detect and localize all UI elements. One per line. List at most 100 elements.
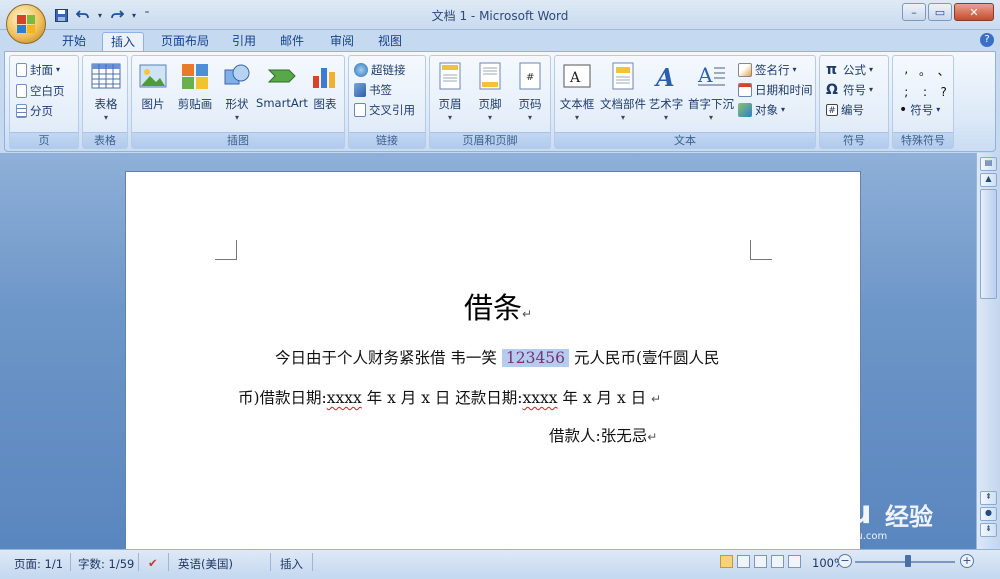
word-count[interactable]: 字数: 1/59 <box>78 556 134 572</box>
special-char[interactable]: , <box>897 62 916 79</box>
page-number-button[interactable]: # 页码 ▾ <box>510 60 550 130</box>
text-box-icon: A <box>562 62 592 92</box>
document-title[interactable]: 借条↵ <box>126 285 862 327</box>
footer-button[interactable]: 页脚 ▾ <box>470 60 510 130</box>
scroll-up-button[interactable]: ▲ <box>980 173 997 187</box>
draft-view-icon[interactable] <box>788 555 801 568</box>
close-button[interactable]: ✕ <box>954 3 994 21</box>
cross-reference-icon <box>354 103 366 117</box>
zoom-slider-thumb[interactable] <box>905 555 911 567</box>
tab-mailings[interactable]: 邮件 <box>272 32 312 52</box>
select-browse-object-button[interactable]: ● <box>980 507 997 521</box>
picture-button[interactable]: 图片 <box>132 60 174 130</box>
document-line-1[interactable]: 今日由于个人财务紧张借 韦一笑 123456 元人民币(壹仟圆人民 <box>275 346 720 368</box>
ruler-toggle-icon[interactable]: ▤ <box>980 157 997 171</box>
spelling-error-text[interactable]: xxxx <box>523 389 558 407</box>
date-time-button[interactable]: 日期和时间 <box>738 81 813 99</box>
bookmark-icon <box>354 83 366 97</box>
special-symbols-group: , 。 、 ; : ? • 符号 ▾ 特殊符号 <box>892 55 954 149</box>
outline-view-icon[interactable] <box>771 555 784 568</box>
tab-page-layout[interactable]: 页面布局 <box>154 32 216 52</box>
tab-review[interactable]: 审阅 <box>322 32 362 52</box>
omega-icon: Ω <box>826 82 838 98</box>
office-logo-icon <box>17 15 35 33</box>
web-layout-view-icon[interactable] <box>754 555 767 568</box>
jingyan-logo: 经验 <box>885 503 933 531</box>
tab-home[interactable]: 开始 <box>54 32 94 52</box>
group-label-header-footer: 页眉和页脚 <box>430 132 550 148</box>
svg-text:#: # <box>526 72 534 83</box>
page-count[interactable]: 页面: 1/1 <box>14 556 63 572</box>
document-line-3[interactable]: 借款人:张无忌↵ <box>549 424 657 446</box>
previous-page-button[interactable]: ⇞ <box>980 491 997 505</box>
special-char[interactable]: 。 <box>916 62 935 79</box>
group-label-page: 页 <box>10 132 78 148</box>
clipart-button[interactable]: 剪贴画 <box>174 60 216 130</box>
full-screen-reading-view-icon[interactable] <box>737 555 750 568</box>
blank-page-button[interactable]: 空白页 <box>16 82 65 100</box>
cross-reference-button[interactable]: 交叉引用 <box>354 101 415 119</box>
cover-page-button[interactable]: 封面 ▾ <box>16 61 60 79</box>
special-char[interactable]: ; <box>897 85 916 99</box>
drop-cap-icon: A <box>696 62 726 92</box>
zoom-in-button[interactable]: + <box>960 554 974 568</box>
window-controls: – ▭ ✕ <box>902 3 994 21</box>
table-button[interactable]: 表格 ▾ <box>83 60 129 130</box>
selected-text[interactable]: 123456 <box>501 349 570 367</box>
vertical-scrollbar[interactable]: ▤ ▲ ⇞ ● ⇟ <box>976 153 1000 549</box>
document-area[interactable]: 借条↵ 今日由于个人财务紧张借 韦一笑 123456 元人民币(壹仟圆人民 币)… <box>0 153 976 549</box>
object-button[interactable]: 对象 ▾ <box>738 101 785 119</box>
help-icon[interactable]: ? <box>980 33 994 47</box>
header-button[interactable]: 页眉 ▾ <box>430 60 470 130</box>
numbering-button[interactable]: # 编号 <box>826 101 864 119</box>
margin-corner-top-right <box>750 240 772 260</box>
hyperlink-button[interactable]: 超链接 <box>354 61 406 79</box>
spelling-error-text[interactable]: xxxx <box>327 389 362 407</box>
pi-icon: π <box>826 62 838 78</box>
special-char[interactable]: ? <box>934 85 953 99</box>
special-char[interactable]: 、 <box>934 62 953 79</box>
document-line-2[interactable]: 币)借款日期:xxxx 年 x 月 x 日 还款日期:xxxx 年 x 月 x … <box>238 386 661 408</box>
text-group: A 文本框 ▾ 文档部件 ▾ A 艺术字 ▾ A 首字下沉 ▾ 签名行 ▾ 日期… <box>554 55 816 149</box>
number-icon: # <box>826 104 838 116</box>
minimize-button[interactable]: – <box>902 3 926 21</box>
text-box-button[interactable]: A 文本框 ▾ <box>555 60 599 130</box>
special-symbol-button[interactable]: • 符号 ▾ <box>899 101 940 119</box>
chart-button[interactable]: 图表 <box>304 60 346 130</box>
symbol-button[interactable]: Ω 符号 ▾ <box>826 81 873 99</box>
zoom-out-button[interactable]: − <box>838 554 852 568</box>
office-button[interactable] <box>6 4 46 44</box>
proofing-icon[interactable]: ✔︎ <box>148 556 158 570</box>
insert-mode-indicator[interactable]: 插入 <box>280 556 303 572</box>
print-layout-view-icon[interactable] <box>720 555 733 568</box>
wordart-icon: A <box>651 62 681 92</box>
restore-button[interactable]: ▭ <box>928 3 952 21</box>
tab-insert[interactable]: 插入 <box>102 32 144 52</box>
bookmark-button[interactable]: 书签 <box>354 81 392 99</box>
language-indicator[interactable]: 英语(美国) <box>178 556 233 572</box>
tab-references[interactable]: 引用 <box>224 32 264 52</box>
page-break-button[interactable]: 分页 <box>16 102 53 120</box>
margin-corner-top-left <box>215 240 237 260</box>
document-page[interactable]: 借条↵ 今日由于个人财务紧张借 韦一笑 123456 元人民币(壹仟圆人民 币)… <box>125 171 861 549</box>
quick-parts-button[interactable]: 文档部件 ▾ <box>599 60 647 130</box>
wordart-button[interactable]: A 艺术字 ▾ <box>645 60 687 130</box>
watermark-url: jingyan.baidu.com <box>795 531 888 542</box>
equation-button[interactable]: π 公式 ▾ <box>826 61 873 79</box>
object-icon <box>738 103 752 117</box>
scroll-thumb[interactable] <box>980 189 997 299</box>
drop-cap-button[interactable]: A 首字下沉 ▾ <box>687 60 735 130</box>
signature-line-button[interactable]: 签名行 ▾ <box>738 61 797 79</box>
next-page-button[interactable]: ⇟ <box>980 523 997 537</box>
shapes-button[interactable]: 形状 ▾ <box>216 60 258 130</box>
ribbon-tabs: 开始 插入 页面布局 引用 邮件 审阅 视图 ? <box>0 30 1000 52</box>
links-group: 超链接 书签 交叉引用 链接 <box>348 55 426 149</box>
special-char[interactable]: : <box>916 85 935 99</box>
group-label-text: 文本 <box>555 132 815 148</box>
tab-view[interactable]: 视图 <box>370 32 410 52</box>
group-label-table: 表格 <box>83 132 127 148</box>
svg-text:A: A <box>697 63 713 87</box>
smartart-button[interactable]: SmartArt <box>256 60 308 130</box>
picture-icon <box>138 62 168 92</box>
symbols-group: π 公式 ▾ Ω 符号 ▾ # 编号 符号 <box>819 55 889 149</box>
